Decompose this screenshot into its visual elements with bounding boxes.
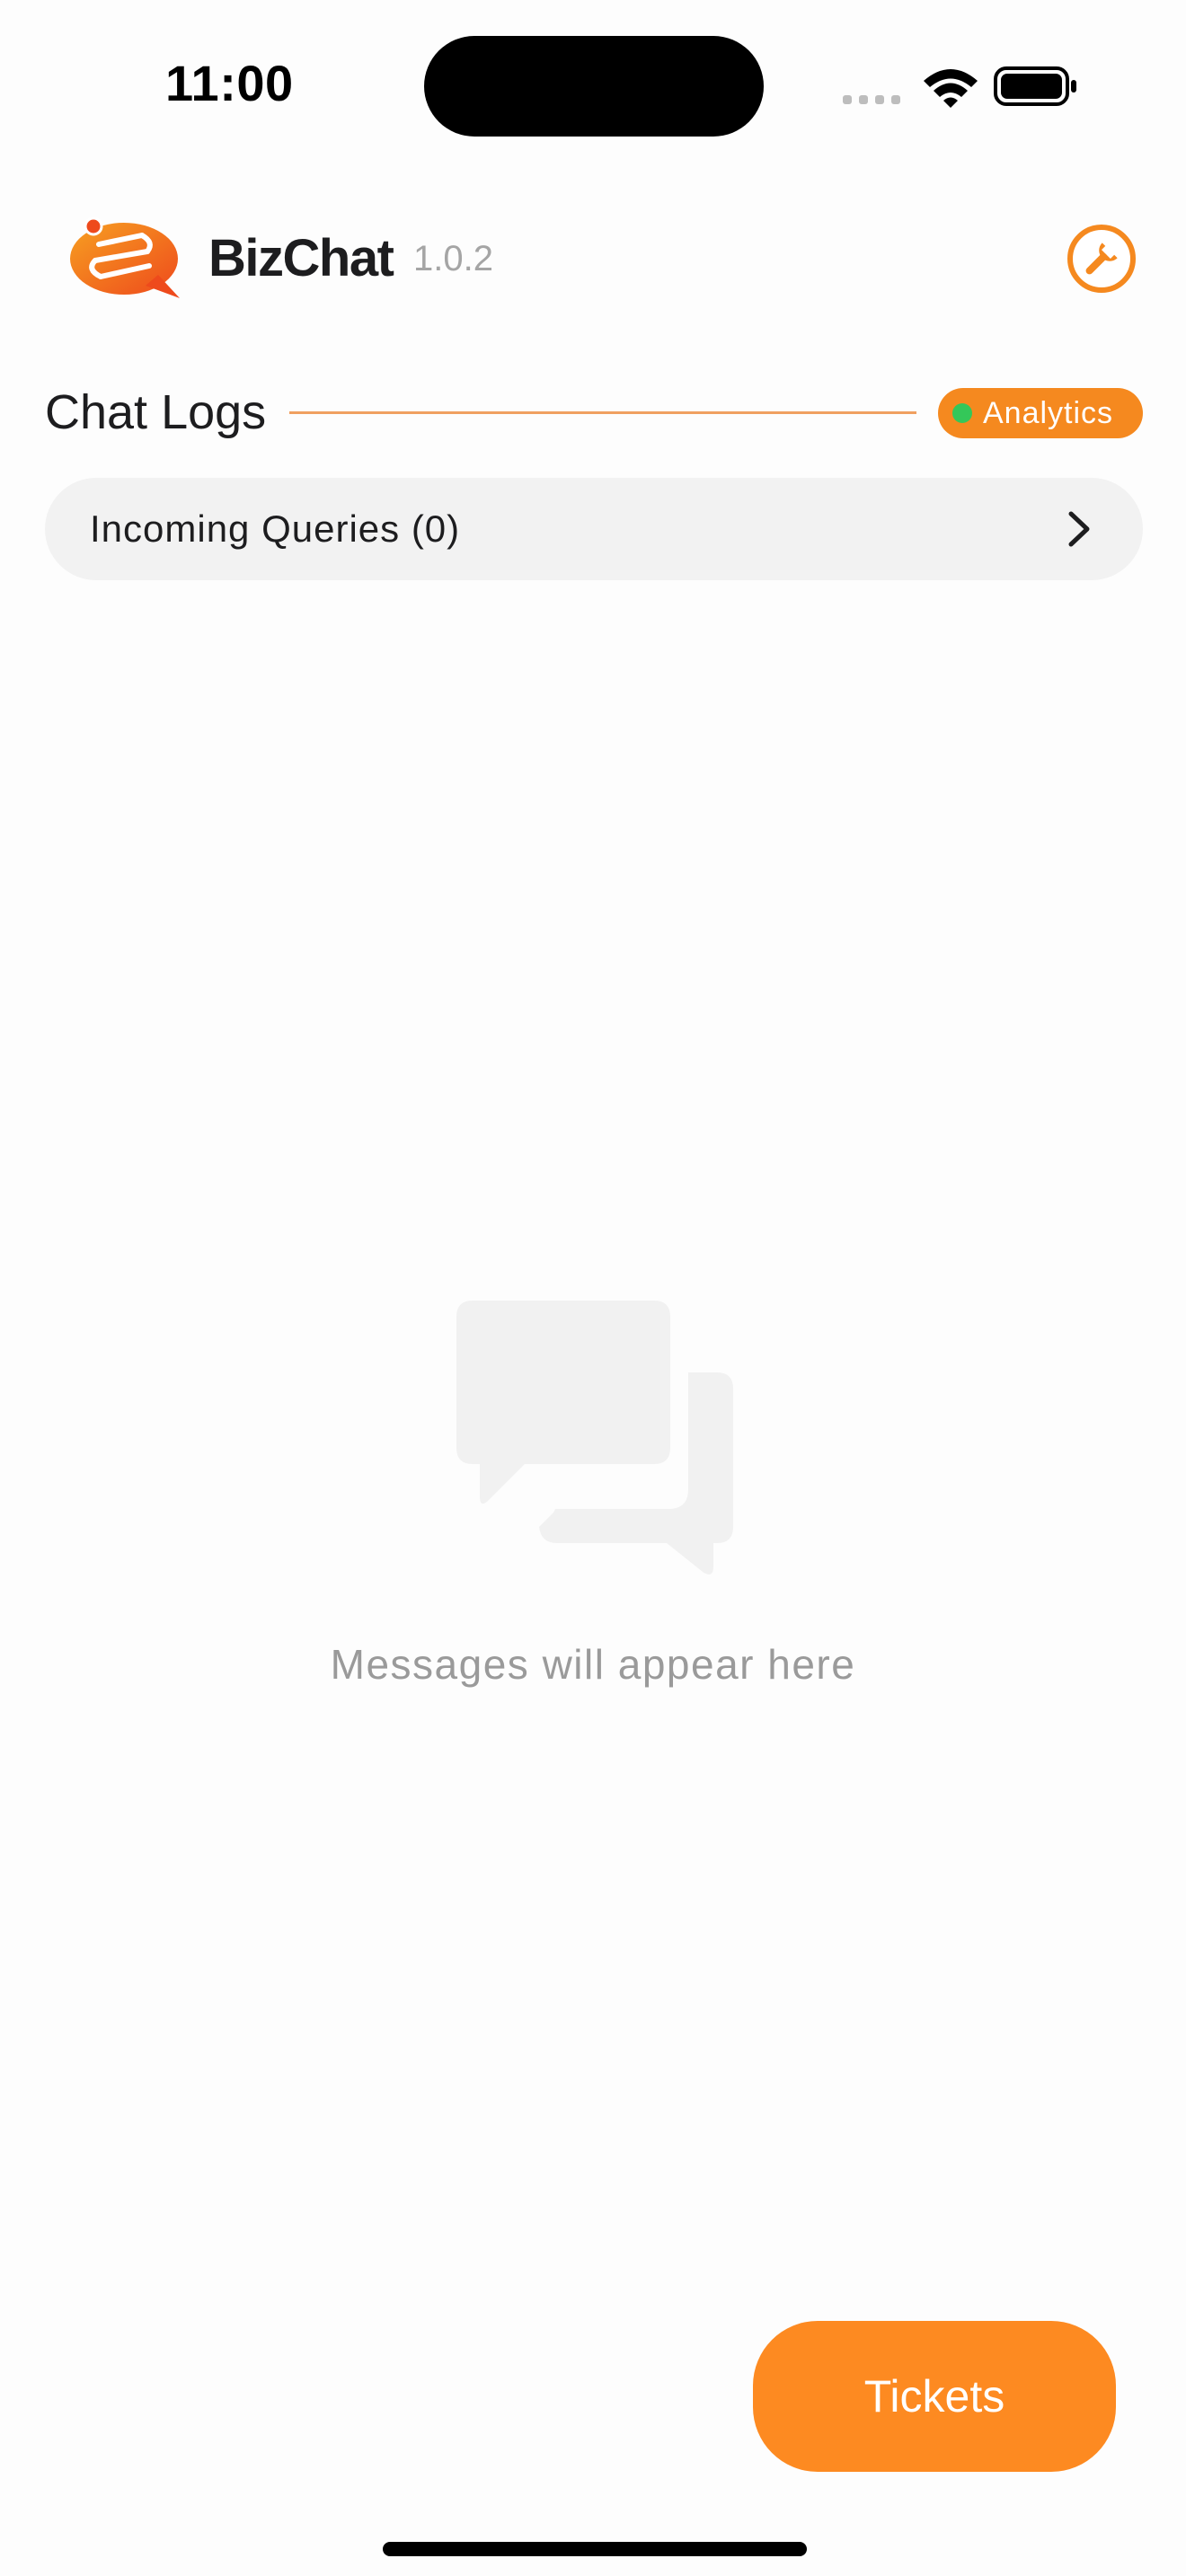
app-header: BizChat 1.0.2 (0, 207, 1186, 305)
section-title: Chat Logs (45, 385, 267, 439)
wrench-icon (1085, 243, 1118, 275)
status-dot (952, 403, 972, 423)
incoming-queries-row[interactable]: Incoming Queries (0) (45, 478, 1143, 580)
cellular-signal-icon (843, 95, 900, 104)
app-screen: 11:00 BizChat 1.0.2 Chat Logs Analytics … (0, 0, 1186, 2576)
app-name: BizChat (208, 229, 394, 287)
analytics-badge[interactable]: Analytics (938, 388, 1143, 438)
chat-bubbles-icon (456, 1301, 733, 1579)
tickets-button[interactable]: Tickets (753, 2321, 1116, 2472)
status-time: 11:00 (165, 55, 294, 111)
bizchat-logo-icon (68, 216, 185, 305)
chevron-right-icon (1068, 511, 1090, 547)
badge-label: Analytics (983, 395, 1114, 430)
home-indicator[interactable] (383, 2542, 807, 2556)
wifi-icon (924, 69, 978, 108)
empty-state-message: Messages will appear here (330, 1641, 856, 1688)
battery-icon (994, 66, 1076, 106)
section-divider (289, 411, 916, 414)
status-icons (839, 63, 1082, 113)
dynamic-island (424, 36, 764, 137)
app-version: 1.0.2 (413, 239, 493, 278)
incoming-queries-label: Incoming Queries (0) (90, 507, 461, 550)
settings-button[interactable] (1067, 225, 1136, 293)
